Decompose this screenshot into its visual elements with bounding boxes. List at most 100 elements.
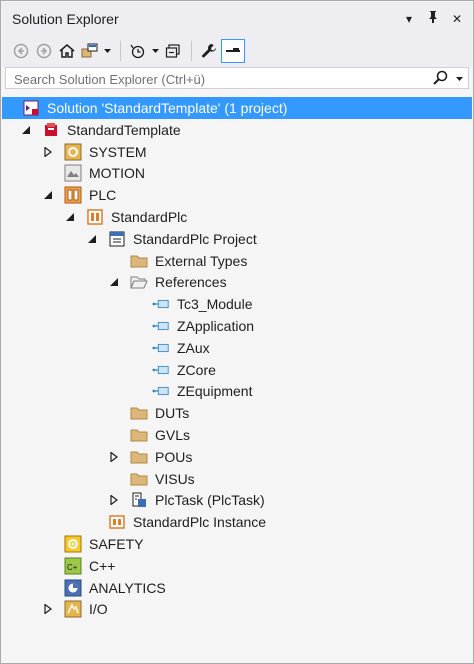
close-button[interactable]: ✕ <box>448 10 466 28</box>
tree-node-label: ZApplication <box>177 318 255 334</box>
tree-node[interactable]: External Types <box>2 250 472 272</box>
back-icon <box>13 43 29 59</box>
chevron-down-icon <box>456 77 463 81</box>
expanded-arrow-icon <box>66 213 74 221</box>
search-box <box>5 67 469 89</box>
tree-node-label: ZEquipment <box>177 383 253 400</box>
plc-project-icon <box>86 208 104 226</box>
preview-icon <box>226 48 240 52</box>
expand-node-toggle[interactable] <box>108 451 120 463</box>
tree-node[interactable]: References <box>2 271 472 293</box>
search-input[interactable] <box>12 70 416 88</box>
tree-node-label: StandardPlc Instance <box>133 514 267 531</box>
wrench-icon <box>202 44 216 58</box>
collapsed-arrow-icon <box>110 495 118 506</box>
toolbar-separator <box>120 41 121 61</box>
expanded-arrow-icon <box>88 234 96 243</box>
window-menu-button[interactable]: ▾ <box>400 10 418 28</box>
toolbar <box>2 35 472 67</box>
plc-icon <box>64 186 82 204</box>
tree-node-label: References <box>155 274 227 291</box>
window-title: Solution Explorer <box>12 11 119 27</box>
tree-node[interactable]: I/O <box>2 598 472 620</box>
tree-node-label: ZCore <box>177 361 216 378</box>
tree-node[interactable]: ZCore <box>2 359 472 381</box>
chevron-down-icon <box>103 49 111 53</box>
expand-node-toggle[interactable] <box>42 603 54 615</box>
collapse-node-toggle[interactable] <box>42 189 54 201</box>
tree-node[interactable]: DUTs <box>2 402 472 424</box>
folder-icon <box>130 404 148 422</box>
properties-button[interactable] <box>198 40 220 62</box>
tree-node[interactable]: SAFETY <box>2 533 472 555</box>
svg-text:C+: C+ <box>67 563 78 572</box>
tree-node[interactable]: GVLs <box>2 424 472 446</box>
tree-node-label: POUs <box>155 448 193 465</box>
tree-node[interactable]: StandardTemplate <box>2 119 472 141</box>
system-icon <box>64 143 82 161</box>
collapse-node-toggle[interactable] <box>86 233 98 245</box>
home-button[interactable] <box>56 40 78 62</box>
tree-node-label: StandardPlc Project <box>133 230 257 247</box>
tree-node[interactable]: PLC <box>2 184 472 206</box>
back-button[interactable] <box>10 40 32 62</box>
switch-views-dropdown[interactable] <box>102 40 112 62</box>
tree-node-label: I/O <box>89 601 108 618</box>
preview-selected-items-button[interactable] <box>221 39 245 63</box>
history-clock-icon <box>130 44 145 59</box>
solution-icon <box>22 99 40 117</box>
toolbar-separator <box>191 41 192 61</box>
search-options-dropdown[interactable] <box>456 70 463 91</box>
pin-icon <box>429 11 437 23</box>
search-icon[interactable] <box>432 70 448 91</box>
pending-changes-filter-button[interactable] <box>127 40 149 62</box>
tree-node[interactable]: ANALYTICS <box>2 577 472 599</box>
tree-node-label: ZAux <box>177 339 210 356</box>
tree-node[interactable]: ZEquipment <box>2 380 472 402</box>
tree-node[interactable]: VISUs <box>2 468 472 490</box>
collapsed-arrow-icon <box>110 451 118 462</box>
tree-node[interactable]: ZApplication <box>2 315 472 337</box>
collapse-node-toggle[interactable] <box>20 124 32 136</box>
tree-node-label: GVLs <box>155 427 191 443</box>
collapse-node-toggle[interactable] <box>108 276 120 288</box>
pending-changes-dropdown[interactable] <box>150 40 160 62</box>
expand-node-toggle[interactable] <box>42 146 54 158</box>
switch-views-button[interactable] <box>79 40 101 62</box>
chevron-down-icon <box>151 49 159 53</box>
tree-node[interactable]: Tc3_Module <box>2 293 472 315</box>
tree-node-label: VISUs <box>155 470 195 487</box>
expanded-arrow-icon <box>22 125 30 134</box>
plc-task-icon <box>130 491 148 509</box>
pin-button[interactable] <box>424 10 442 28</box>
tree-node[interactable]: POUs <box>2 446 472 468</box>
tree-node[interactable]: StandardPlc Instance <box>2 511 472 533</box>
expand-node-toggle[interactable] <box>108 494 120 506</box>
tree-node-label: Tc3_Module <box>177 296 253 313</box>
library-reference-icon <box>152 339 170 357</box>
collapse-all-button[interactable] <box>162 40 184 62</box>
safety-icon <box>64 535 82 553</box>
expanded-arrow-icon <box>44 191 52 200</box>
tree-node[interactable]: StandardPlc Project <box>2 228 472 250</box>
library-reference-icon <box>152 361 170 379</box>
forward-button[interactable] <box>33 40 55 62</box>
collapse-node-toggle[interactable] <box>64 211 76 223</box>
folder-open-icon <box>130 273 148 291</box>
tree-node[interactable]: Solution 'StandardTemplate' (1 project) <box>2 97 472 119</box>
tree-node[interactable]: PlcTask (PlcTask) <box>2 489 472 511</box>
plc-project-file-icon <box>108 230 126 248</box>
solution-explorer-window: Solution Explorer ▾ ✕ Search Solution Ex… <box>0 0 474 664</box>
tree-node[interactable]: MOTION <box>2 162 472 184</box>
tree-node-label: SYSTEM <box>89 143 147 160</box>
folder-icon <box>130 448 148 466</box>
analytics-icon <box>64 579 82 597</box>
collapsed-arrow-icon <box>44 146 52 157</box>
tree-node[interactable]: SYSTEM <box>2 141 472 163</box>
tree-node[interactable]: ZAux <box>2 337 472 359</box>
tree-node-label: C++ <box>89 557 116 574</box>
tree-node[interactable]: StandardPlc <box>2 206 472 228</box>
tree-node[interactable]: C+ C++ <box>2 555 472 577</box>
plc-instance-icon <box>108 513 126 531</box>
forward-icon <box>36 43 52 59</box>
